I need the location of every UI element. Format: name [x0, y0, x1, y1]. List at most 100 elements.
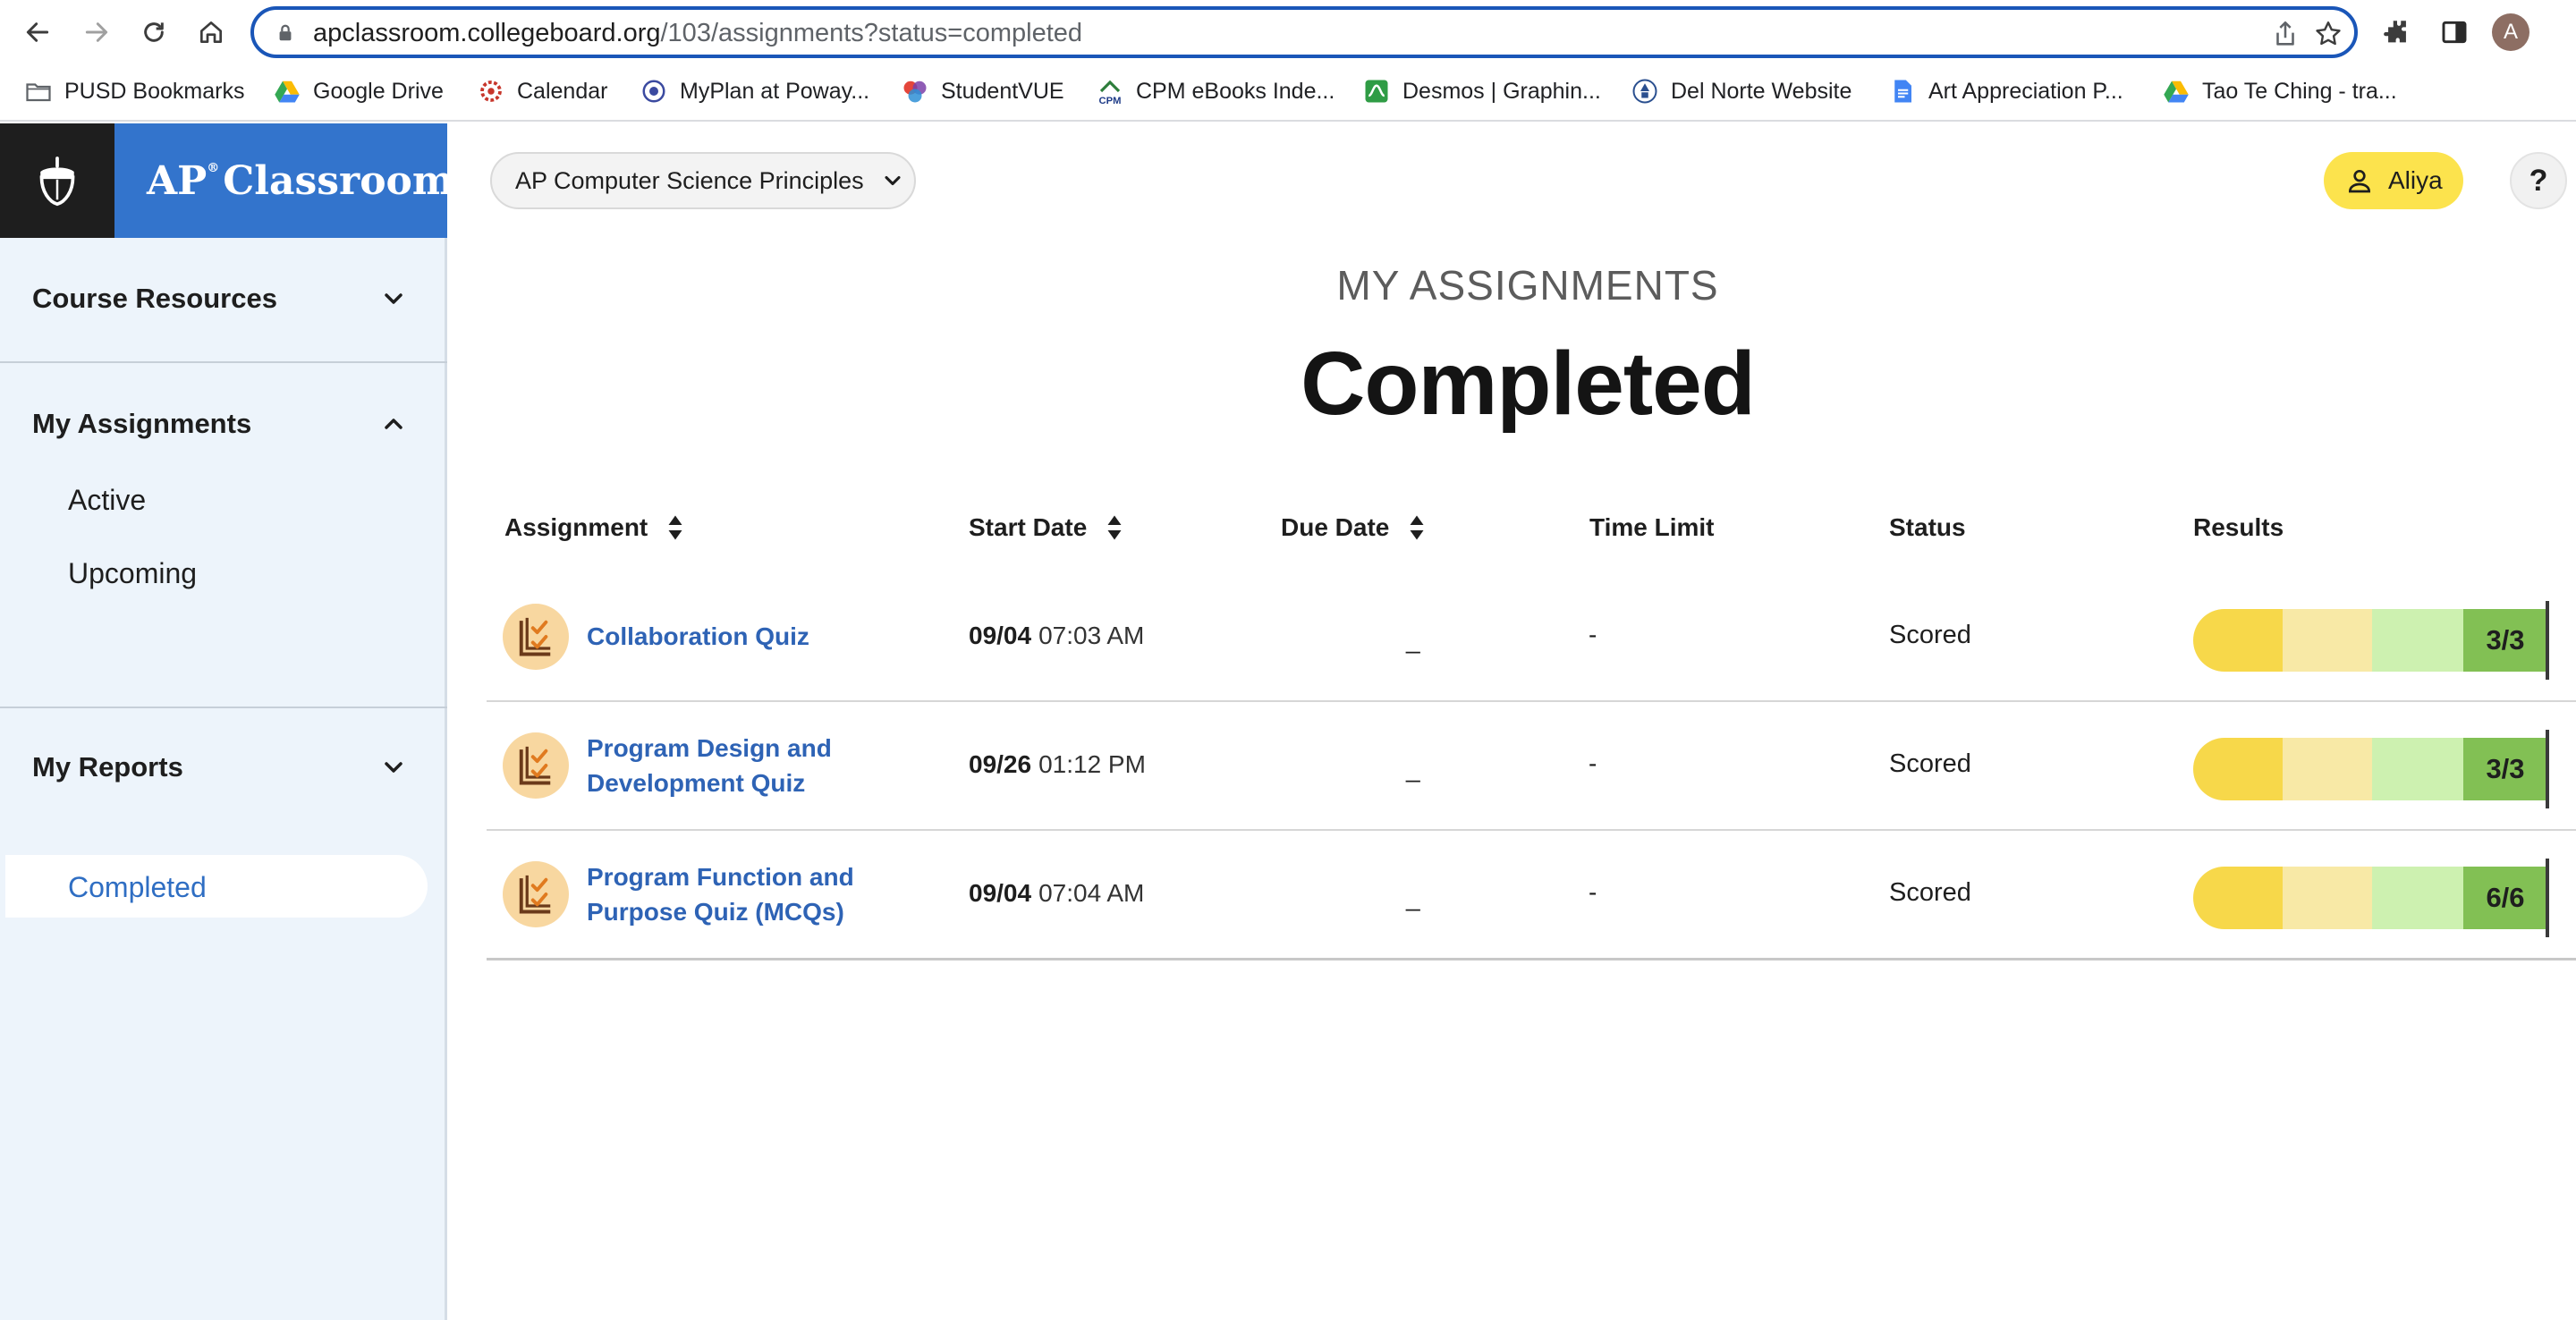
score-band-low [2193, 609, 2283, 672]
time-limit-cell: - [1589, 749, 1597, 777]
reload-button[interactable] [132, 11, 175, 54]
sidebar-my-reports[interactable]: My Reports [32, 749, 408, 785]
score-band-high [2372, 738, 2463, 800]
column-header-label: Status [1889, 513, 1966, 541]
start-date-cell: 09/04 07:03 AM [969, 622, 1144, 650]
bookmark-label: Calendar [517, 78, 608, 104]
row-divider [487, 700, 2576, 702]
bookmark-label: Art Appreciation P... [1928, 78, 2123, 104]
score-band-mid [2283, 867, 2372, 929]
assignment-link[interactable]: Program Function and Purpose Quiz (MCQs) [587, 859, 882, 929]
bookmark-myplan[interactable]: MyPlan at Poway... [640, 73, 869, 109]
column-header-start-date[interactable]: Start Date [969, 513, 1123, 542]
ap-classroom-brand[interactable]: AP ® Classroom [114, 123, 453, 238]
bookmark-del-norte[interactable]: Del Norte Website [1631, 73, 1852, 109]
calendar-icon [480, 80, 502, 102]
quiz-icon [503, 732, 569, 799]
bookmark-art-appreciation[interactable]: Art Appreciation P... [1889, 73, 2123, 109]
time-limit-cell: - [1589, 621, 1597, 648]
results-bar[interactable]: 6/6 [2193, 867, 2547, 929]
due-date-cell: _ [1406, 626, 1420, 654]
column-header-time-limit: Time Limit [1589, 513, 1715, 542]
results-bar[interactable]: 3/3 [2193, 738, 2547, 800]
status-cell: Scored [1889, 749, 1971, 778]
extensions-button[interactable] [2377, 13, 2417, 52]
sidebar-divider [0, 707, 447, 708]
course-selector[interactable]: AP Computer Science Principles [490, 152, 916, 209]
bookmark-pusd[interactable]: PUSD Bookmarks [25, 73, 244, 109]
start-day: 09/04 [969, 622, 1032, 649]
chevron-down-icon [885, 175, 901, 186]
start-time: 01:12 PM [1038, 750, 1146, 778]
score-band-mid [2283, 609, 2372, 672]
bookmark-google-drive[interactable]: Google Drive [274, 73, 444, 109]
time-limit-cell: - [1589, 878, 1597, 906]
column-header-assignment[interactable]: Assignment [504, 513, 683, 542]
assignment-title-line: Development Quiz [587, 769, 806, 797]
sidebar-item-upcoming[interactable]: Upcoming [68, 555, 197, 591]
start-date-cell: 09/04 07:04 AM [969, 879, 1144, 908]
start-time: 07:03 AM [1038, 622, 1145, 649]
column-header-results: Results [2193, 513, 2284, 542]
bookmark-cpm[interactable]: CPM CPM eBooks Inde... [1097, 73, 1335, 109]
reload-icon [144, 22, 164, 42]
address-bar[interactable]: apclassroom.collegeboard.org/103/assignm… [250, 6, 2358, 58]
folder-icon [26, 83, 51, 102]
page-kicker: MY ASSIGNMENTS [1336, 262, 1719, 309]
score-value: 6/6 [2463, 867, 2547, 929]
column-header-status: Status [1889, 513, 1966, 542]
column-header-label: Time Limit [1589, 513, 1715, 541]
quiz-icon [503, 604, 569, 670]
column-header-due-date[interactable]: Due Date [1281, 513, 1425, 542]
browser-toolbar: apclassroom.collegeboard.org/103/assignm… [0, 0, 2576, 64]
chevron-up-icon [385, 419, 402, 429]
google-drive-icon [275, 80, 300, 103]
column-header-label: Due Date [1281, 513, 1390, 541]
bookmark-desmos[interactable]: Desmos | Graphin... [1363, 73, 1601, 109]
bookmark-label: StudentVUE [941, 78, 1064, 104]
start-day: 09/26 [969, 750, 1032, 778]
sidebar-my-assignments[interactable]: My Assignments [32, 406, 408, 442]
bookmark-label: Tao Te Ching - tra... [2202, 78, 2397, 104]
sidebar-course-resources[interactable]: Course Resources [32, 281, 408, 317]
bookmark-label: Desmos | Graphin... [1402, 78, 1601, 104]
checklist-icon [519, 746, 551, 785]
assignment-title-line: Program Function and [587, 863, 854, 891]
bookmark-studentvue[interactable]: StudentVUE [902, 73, 1064, 109]
assignment-title-line: Purpose Quiz (MCQs) [587, 898, 844, 926]
help-button[interactable]: ? [2510, 152, 2567, 209]
status-cell: Scored [1889, 621, 1971, 649]
sidebar-item-active[interactable]: Active [68, 482, 146, 518]
url-text: apclassroom.collegeboard.org/103/assignm… [313, 19, 1083, 47]
results-bar[interactable]: 3/3 [2193, 609, 2547, 672]
back-button[interactable] [16, 11, 59, 54]
bookmark-calendar[interactable]: Calendar [478, 73, 607, 109]
chevron-down-icon [385, 293, 402, 304]
college-board-logo[interactable] [0, 123, 114, 238]
sidebar-item-completed[interactable]: Completed [68, 869, 207, 905]
start-date-cell: 09/26 01:12 PM [969, 750, 1146, 779]
forward-button[interactable] [75, 11, 118, 54]
side-panel-button[interactable] [2435, 13, 2474, 52]
score-band-high [2372, 867, 2463, 929]
bookmark-label: Google Drive [313, 78, 444, 104]
share-icon[interactable] [2270, 19, 2301, 49]
course-name: AP Computer Science Principles [515, 166, 864, 194]
myplan-icon [642, 80, 665, 103]
user-menu-button[interactable]: Aliya [2324, 152, 2463, 209]
assignment-link[interactable]: Collaboration Quiz [587, 619, 882, 654]
bookmark-tao-te-ching[interactable]: Tao Te Ching - tra... [2163, 73, 2397, 109]
sidebar-group-label: Course Resources [32, 283, 277, 314]
profile-avatar[interactable]: A [2492, 13, 2529, 51]
desmos-icon [1365, 80, 1388, 103]
checklist-icon [519, 617, 551, 656]
bookmark-star-icon[interactable] [2313, 19, 2343, 49]
sidebar-divider [0, 361, 447, 363]
due-date-cell: _ [1406, 884, 1420, 911]
home-button[interactable] [190, 11, 233, 54]
status-cell: Scored [1889, 878, 1971, 907]
sort-icon [1410, 515, 1424, 540]
score-band-mid [2283, 738, 2372, 800]
quiz-icon [503, 861, 569, 927]
assignment-link[interactable]: Program Design and Development Quiz [587, 731, 882, 800]
